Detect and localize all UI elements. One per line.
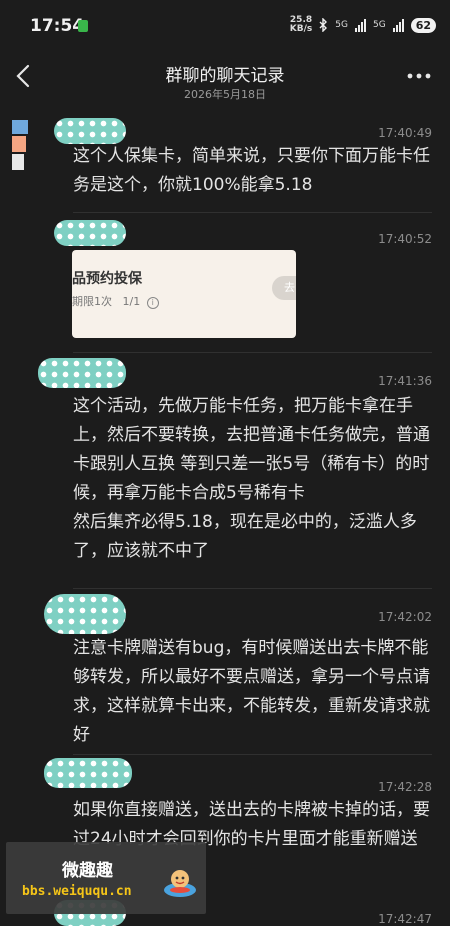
notification-icon [78,20,88,32]
message-time: 17:40:52 [378,232,432,246]
status-bar: 17:54 25.8 KB/s 5G 5G 62 [0,0,450,52]
avatar[interactable] [54,220,126,246]
network-speed: 25.8 KB/s [290,16,312,34]
more-button[interactable] [406,66,432,86]
watermark: 微趣趣 bbs.weiququ.cn [6,842,206,914]
message-time: 17:42:47 [378,912,432,926]
chat-header: 群聊的聊天记录 2026年5月18日 [0,52,450,106]
info-icon: i [146,297,159,309]
signal-icon [354,18,366,32]
message-divider [73,754,432,755]
bluetooth-icon [319,18,328,32]
shared-task-card[interactable]: 品预约投保 期限1次 1/1 i 去 [72,250,296,338]
page-title: 群聊的聊天记录 [165,66,285,86]
avatar[interactable] [38,358,126,388]
message-time: 17:42:28 [378,780,432,794]
card-action-button[interactable]: 去 [272,276,296,300]
message-divider [73,352,432,353]
message-text[interactable]: 这个人保集卡，简单来说，只要你下面万能卡任务是这个，你就100%能拿5.18 [73,142,433,200]
watermark-name: 微趣趣 [62,861,113,881]
more-horizontal-icon [407,73,431,79]
message-time: 17:40:49 [378,126,432,140]
message-divider [73,212,432,213]
avatar[interactable] [44,594,126,634]
card-subtitle: 期限1次 1/1 i [72,293,159,309]
status-time: 17:54 [30,16,85,36]
watermark-url: bbs.weiququ.cn [22,884,132,899]
message-time: 17:41:36 [378,374,432,388]
network-speed-unit: KB/s [289,24,313,34]
sim2-label: 5G [372,20,386,30]
card-limit: 期限1次 [72,295,112,308]
message-divider [73,588,432,589]
system-icons: 25.8 KB/s 5G 5G 62 [290,16,436,34]
watermark-logo-icon [164,870,196,897]
avatar[interactable] [54,118,126,144]
avatar[interactable] [44,758,132,788]
card-progress: 1/1 [122,295,141,308]
message-text[interactable]: 这个活动，先做万能卡任务，把万能卡拿在手上，然后不要转换，去把普通卡任务做完，普… [73,392,433,566]
battery-icon: 62 [410,17,436,33]
page-date: 2026年5月18日 [184,88,266,101]
card-title: 品预约投保 [72,271,142,287]
signal-icon-2 [392,18,404,32]
message-time: 17:42:02 [378,610,432,624]
message-text[interactable]: 注意卡牌赠送有bug，有时候赠送出去卡牌不能够转发，所以最好不要点赠送，拿另一个… [73,634,433,750]
avatar-image [12,120,28,170]
sim1-label: 5G [335,20,348,30]
